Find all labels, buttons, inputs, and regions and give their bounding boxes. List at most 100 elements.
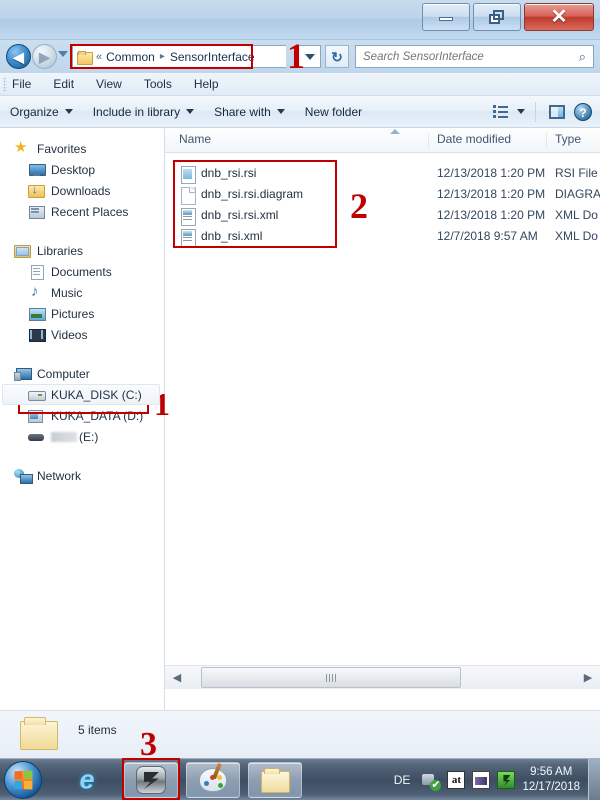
hard-drive-icon (28, 387, 46, 402)
redacted-label (51, 431, 77, 442)
menu-item-view[interactable]: View (96, 77, 122, 91)
network-icon[interactable] (422, 771, 442, 791)
file-type: XML Do (555, 208, 598, 222)
help-icon[interactable]: ? (574, 102, 592, 121)
file-name: dnb_rsi.rsi.xml (201, 208, 279, 222)
show-desktop-button[interactable] (588, 759, 600, 800)
breadcrumb-overflow-icon[interactable]: « (96, 51, 102, 63)
sidebar-item-recent-places[interactable]: Recent Places (0, 201, 164, 222)
search-box[interactable]: ⌕ (355, 45, 594, 68)
sidebar-item-videos[interactable]: Videos (0, 324, 164, 345)
sidebar-item-pictures[interactable]: Pictures (0, 303, 164, 324)
column-header-row: Name Date modified Type (165, 128, 600, 153)
column-header-date-modified[interactable]: Date modified (437, 132, 511, 146)
scrollbar-thumb[interactable] (201, 667, 461, 688)
folder-icon (77, 50, 93, 65)
paint-icon (199, 762, 227, 792)
table-row[interactable]: dnb_rsi.rsi.xml 12/13/2018 1:20 PM XML D… (165, 205, 600, 226)
sidebar-item-desktop[interactable]: Desktop (0, 159, 164, 180)
language-indicator[interactable]: DE (394, 773, 411, 787)
title-bar: ✕ (0, 0, 600, 40)
xml-file-icon (181, 229, 196, 247)
sidebar-item-network[interactable]: Network (0, 465, 164, 486)
file-date-modified: 12/7/2018 9:57 AM (437, 229, 538, 243)
share-with-button[interactable]: Share with (204, 105, 295, 119)
new-folder-button[interactable]: New folder (295, 105, 372, 119)
organize-button[interactable]: Organize (0, 105, 83, 119)
file-type: RSI File (555, 166, 598, 180)
history-dropdown-icon[interactable] (58, 51, 68, 57)
folder-icon (261, 768, 290, 793)
sidebar-item-drive-e[interactable]: (E:) (0, 426, 164, 447)
navigation-pane[interactable]: Favorites Desktop Downloads Recent Place… (0, 128, 165, 710)
address-bar-breadcrumb[interactable]: « Common ▸ SensorInterface (72, 45, 286, 68)
menu-item-help[interactable]: Help (194, 77, 219, 91)
close-button[interactable]: ✕ (524, 3, 594, 31)
table-row[interactable]: dnb_rsi.xml 12/7/2018 9:57 AM XML Do (165, 226, 600, 247)
taskbar-button-kuka[interactable] (124, 762, 178, 798)
sidebar-item-kuka-disk-c[interactable]: KUKA_DISK (C:) (0, 384, 164, 405)
clock-date: 12/17/2018 (522, 781, 580, 793)
annotation-number-2-files: 2 (350, 186, 368, 226)
column-divider[interactable] (428, 133, 429, 148)
menu-item-file[interactable]: File (12, 77, 31, 91)
file-date-modified: 12/13/2018 1:20 PM (437, 208, 546, 222)
forward-arrow-icon: ▶ (39, 48, 50, 65)
breadcrumb-item-sensorinterface[interactable]: SensorInterface (170, 50, 255, 64)
sidebar-item-kuka-data-d[interactable]: KUKA_DATA (D:) (0, 405, 164, 426)
minimize-button[interactable] (422, 3, 470, 31)
refresh-icon: ↻ (331, 48, 343, 65)
sidebar-label: KUKA_DATA (D:) (51, 408, 144, 423)
desktop-icon (28, 162, 46, 177)
taskbar-button-internet-explorer[interactable]: e (64, 762, 110, 798)
sidebar-item-libraries[interactable]: Libraries (0, 240, 164, 261)
window-controls: ✕ (422, 3, 594, 31)
sidebar-item-favorites[interactable]: Favorites (0, 138, 164, 159)
file-list-pane[interactable]: Name Date modified Type dnb_rsi.rsi 12/1… (165, 128, 600, 710)
scroll-left-button[interactable]: ◀ (165, 666, 189, 689)
preview-pane-icon[interactable] (549, 104, 565, 119)
maximize-button[interactable] (473, 3, 521, 31)
sidebar-item-downloads[interactable]: Downloads (0, 180, 164, 201)
at-icon[interactable]: at (447, 771, 466, 789)
sidebar-label: KUKA_DISK (C:) (51, 387, 142, 402)
taskbar-button-windows-explorer[interactable] (248, 762, 302, 798)
generic-file-icon (181, 187, 196, 205)
table-row[interactable]: dnb_rsi.rsi.diagram 12/13/2018 1:20 PM D… (165, 184, 600, 205)
view-mode-icon[interactable] (493, 104, 509, 119)
sidebar-label: Recent Places (51, 204, 129, 219)
search-input[interactable] (356, 50, 579, 63)
image-icon[interactable] (472, 771, 491, 789)
scroll-right-button[interactable]: ▶ (576, 666, 600, 689)
annotation-number-1-address: 1 (287, 36, 305, 76)
annotation-number-3-taskbar: 3 (140, 726, 157, 763)
start-button[interactable] (4, 761, 42, 799)
table-row[interactable]: dnb_rsi.rsi 12/13/2018 1:20 PM RSI File (165, 163, 600, 184)
search-icon[interactable]: ⌕ (579, 49, 586, 65)
taskbar-button-paint[interactable] (186, 762, 240, 798)
clock[interactable]: 9:56 AM 12/17/2018 (522, 765, 580, 795)
column-divider[interactable] (546, 133, 547, 148)
toolbar-divider (535, 101, 536, 122)
breadcrumb-item-common[interactable]: Common (106, 50, 155, 64)
column-header-name[interactable]: Name (179, 132, 211, 146)
kuka-tray-icon[interactable] (497, 771, 516, 789)
include-in-library-button[interactable]: Include in library (83, 105, 204, 119)
forward-button[interactable]: ▶ (32, 44, 57, 69)
sidebar-label: Network (37, 468, 82, 483)
command-toolbar: Organize Include in library Share with N… (0, 96, 600, 128)
sidebar-item-music[interactable]: Music (0, 282, 164, 303)
sidebar-item-computer[interactable]: Computer (0, 363, 164, 384)
refresh-button[interactable]: ↻ (325, 45, 349, 68)
chevron-down-icon (186, 109, 195, 114)
horizontal-scrollbar[interactable]: ◀ ▶ (165, 665, 600, 689)
sidebar-item-documents[interactable]: Documents (0, 261, 164, 282)
include-in-library-label: Include in library (92, 104, 181, 119)
view-mode-chevron-down-icon[interactable] (517, 109, 525, 114)
chevron-down-icon (64, 109, 73, 114)
column-header-type[interactable]: Type (555, 132, 581, 146)
downloads-icon (28, 183, 45, 198)
menu-item-edit[interactable]: Edit (53, 77, 74, 91)
menu-item-tools[interactable]: Tools (144, 77, 172, 91)
back-button[interactable]: ◀ (6, 44, 31, 69)
